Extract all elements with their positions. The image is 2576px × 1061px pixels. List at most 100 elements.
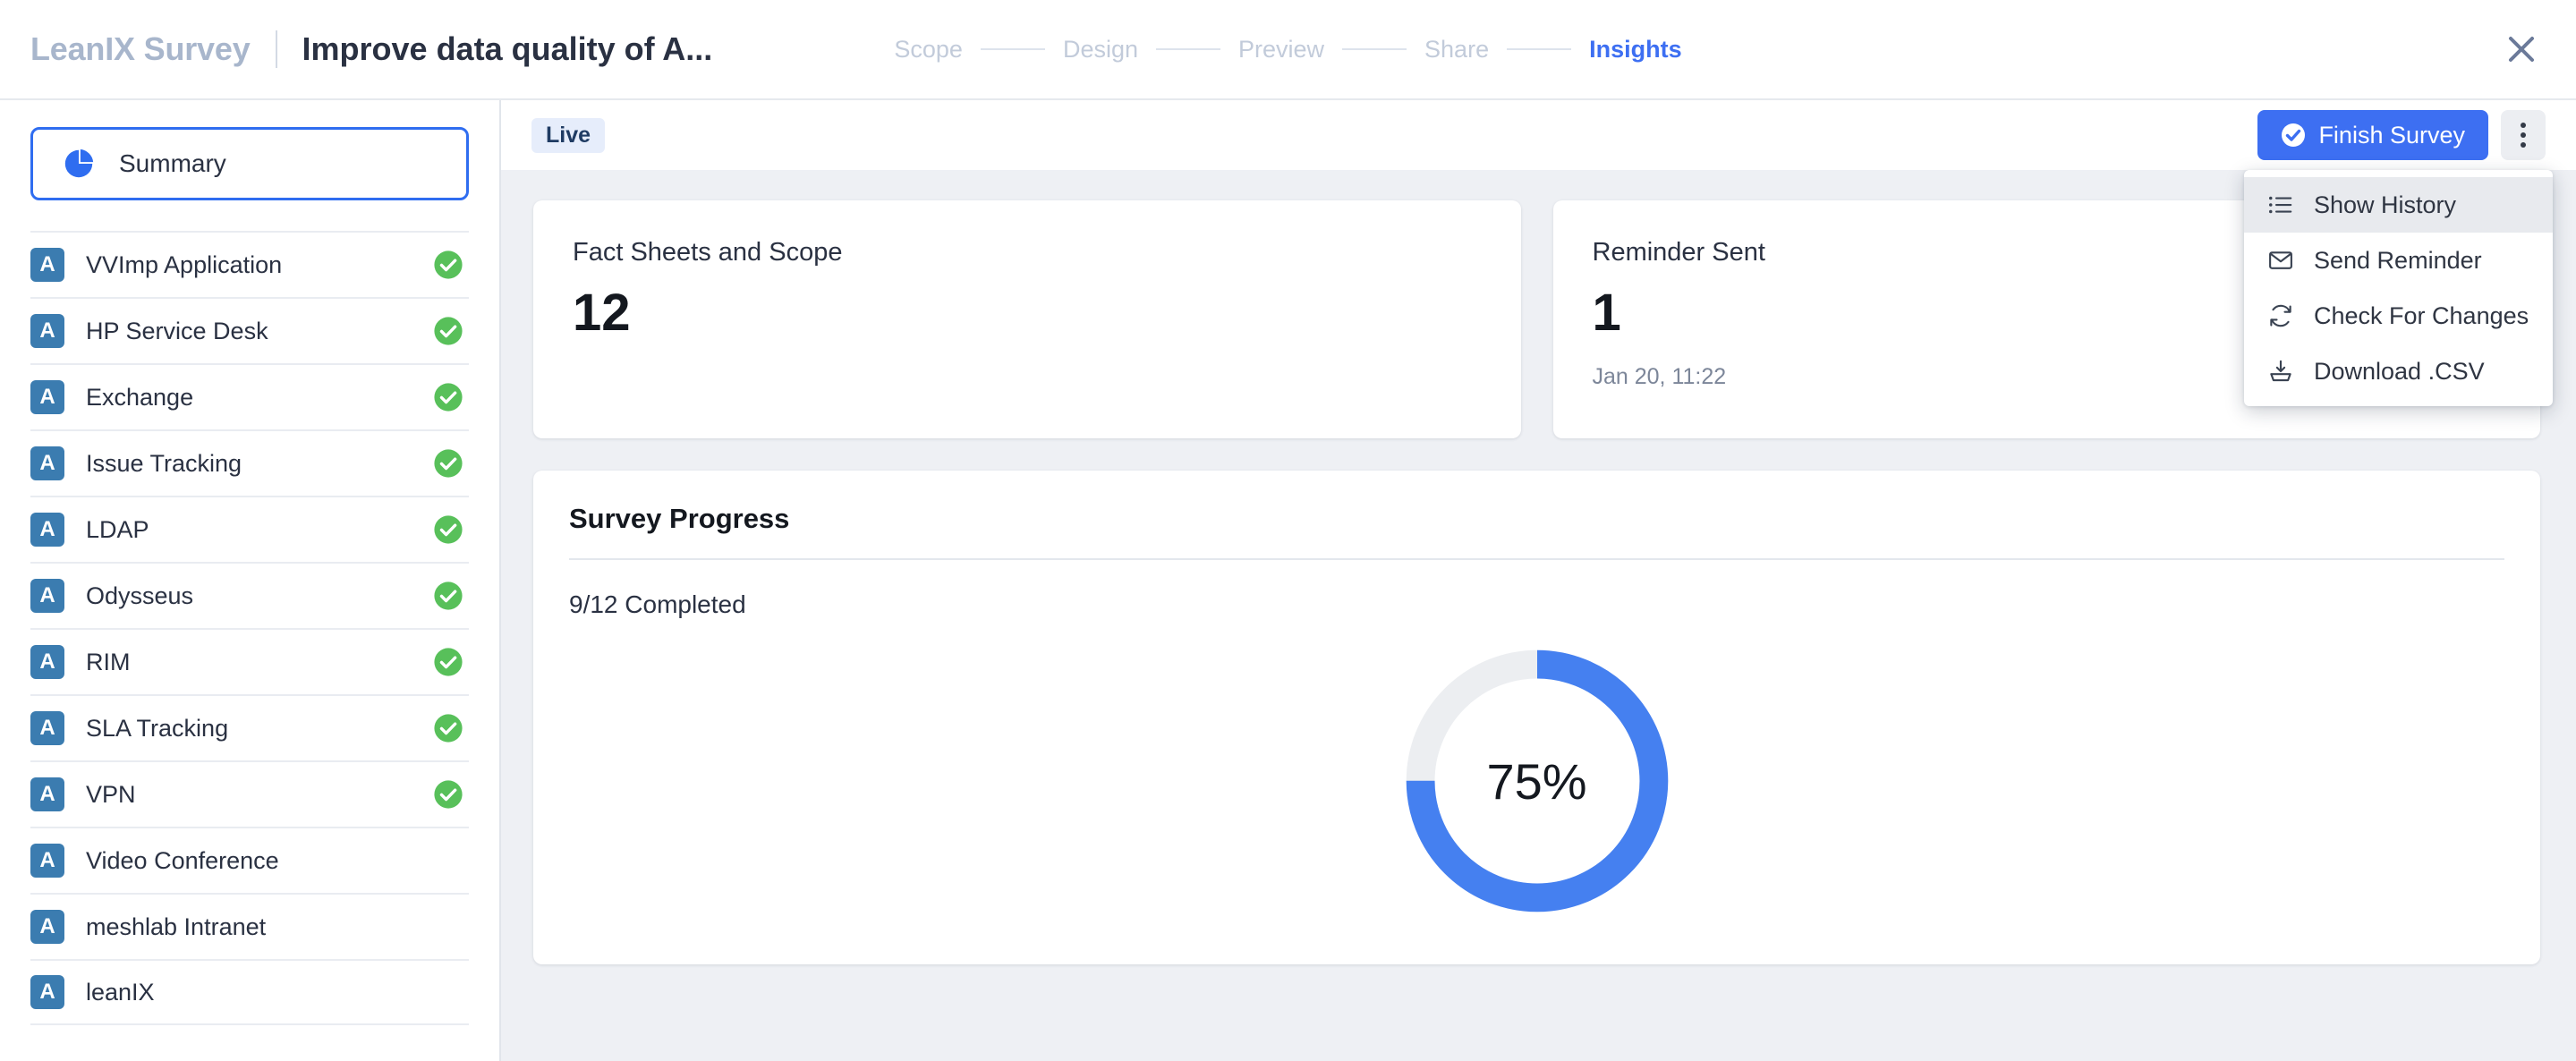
options-dropdown-menu[interactable]: Show History Send Reminder Check For Chang… — [2244, 170, 2553, 406]
main-toolbar: Live Finish Survey — [501, 100, 2576, 170]
stepper-connector — [1342, 48, 1407, 50]
envelope-icon — [2269, 251, 2292, 269]
stepper-step-share[interactable]: Share — [1424, 36, 1489, 64]
menu-item-label: Show History — [2314, 191, 2457, 218]
list-item[interactable]: A RIM — [30, 628, 469, 694]
page-title: Improve data quality of A... — [302, 30, 713, 67]
finish-survey-button[interactable]: Finish Survey — [2257, 110, 2488, 160]
list-item[interactable]: A Odysseus — [30, 562, 469, 628]
completed-status-icon — [433, 514, 463, 545]
list-item[interactable]: A VPN — [30, 760, 469, 827]
fact-sheet-type-badge: A — [30, 844, 64, 878]
close-button[interactable] — [2497, 25, 2546, 73]
check-circle-icon — [434, 449, 463, 478]
stepper-step-scope[interactable]: Scope — [894, 36, 963, 64]
menu-item-download-csv[interactable]: Download .CSV — [2244, 344, 2553, 399]
completed-status-icon — [433, 382, 463, 412]
download-icon — [2267, 358, 2294, 385]
fact-sheet-type-badge: A — [30, 314, 64, 348]
completed-status-icon — [433, 647, 463, 677]
fact-sheet-type-badge: A — [30, 446, 64, 480]
check-circle-icon — [434, 250, 463, 279]
survey-progress-title: Survey Progress — [569, 503, 790, 534]
envelope-icon — [2267, 247, 2294, 274]
status-badge: Live — [531, 117, 606, 153]
list-item[interactable]: A HP Service Desk — [30, 297, 469, 363]
list-item[interactable]: Ameshlab Intranet — [30, 893, 469, 959]
divider — [569, 558, 2504, 560]
more-vertical-icon — [2521, 123, 2526, 128]
list-item[interactable]: A LDAP — [30, 496, 469, 562]
list-item[interactable]: A SLA Tracking — [30, 694, 469, 760]
main-panel: Live Finish Survey Fact Sheets and Scope… — [501, 100, 2576, 1061]
menu-item-show-history[interactable]: Show History — [2244, 177, 2553, 233]
pie-chart-icon — [64, 149, 94, 178]
list-item[interactable]: A VVImp Application — [30, 231, 469, 297]
fact-sheet-type-badge: A — [30, 975, 64, 1009]
check-circle-icon — [434, 581, 463, 610]
list-item-label: Exchange — [86, 383, 194, 411]
check-circle-icon — [2282, 123, 2306, 147]
close-icon — [2509, 37, 2534, 62]
stepper-connector — [1156, 48, 1220, 50]
stepper-connector — [980, 48, 1045, 50]
menu-item-check-for-changes[interactable]: Check For Changes — [2244, 288, 2553, 344]
list-item[interactable]: A Video Conference — [30, 827, 469, 893]
list-item-label: meshlab Intranet — [86, 912, 267, 940]
refresh-icon — [2267, 302, 2294, 329]
menu-item-label: Send Reminder — [2314, 246, 2482, 274]
completed-status-icon — [433, 250, 463, 280]
list-item-label: leanIX — [86, 978, 155, 1006]
survey-insights-page: LeanIX Survey Improve data quality of A.… — [0, 0, 2576, 1061]
more-vertical-icon — [2521, 142, 2526, 148]
stepper-step-design[interactable]: Design — [1063, 36, 1138, 64]
fact-sheet-type-badge: A — [30, 513, 64, 547]
list-item-label: LDAP — [86, 515, 149, 543]
finish-survey-label: Finish Survey — [2318, 121, 2465, 149]
completed-status-icon — [433, 713, 463, 743]
stat-card-title: Fact Sheets and Scope — [573, 238, 843, 267]
menu-item-label: Check For Changes — [2314, 301, 2529, 329]
completed-status-icon — [433, 316, 463, 346]
menu-item-label: Download .CSV — [2314, 357, 2485, 385]
list-item[interactable]: A Exchange — [30, 363, 469, 429]
list-item-label: Video Conference — [86, 846, 279, 874]
completed-count-label: 9/12 Completed — [569, 590, 746, 618]
list-item-label: SLA Tracking — [86, 714, 229, 742]
donut-chart-container: 75% — [569, 639, 2504, 923]
sidebar-item-summary[interactable]: Summary — [30, 127, 469, 200]
stepper-step-insights[interactable]: Insights — [1589, 36, 1682, 64]
list-item[interactable]: A Issue Tracking — [30, 429, 469, 496]
check-circle-icon — [434, 714, 463, 743]
stepper-step-preview[interactable]: Preview — [1238, 36, 1324, 64]
fact-sheet-type-badge: A — [30, 645, 64, 679]
fact-sheet-list: A VVImp Application A HP Service Desk A Excha… — [30, 231, 469, 1025]
list-item-label: Odysseus — [86, 581, 194, 609]
fact-sheet-type-badge: A — [30, 910, 64, 944]
completed-status-icon — [433, 779, 463, 810]
fact-sheet-type-badge: A — [30, 579, 64, 613]
check-circle-icon — [434, 383, 463, 412]
list-item-label: HP Service Desk — [86, 317, 268, 344]
list-item-label: VVImp Application — [86, 250, 283, 278]
menu-item-send-reminder[interactable]: Send Reminder — [2244, 233, 2553, 288]
list-item[interactable]: AleanIX — [30, 959, 469, 1025]
brand-title: LeanIX Survey — [30, 30, 251, 67]
completed-status-icon — [433, 581, 463, 611]
progress-donut-chart: 75% — [1395, 639, 1679, 923]
list-icon — [2267, 191, 2294, 218]
stat-card: Fact Sheets and Scope 12 — [533, 200, 1521, 438]
more-options-button[interactable] — [2501, 110, 2546, 160]
refresh-icon — [2270, 304, 2291, 327]
more-vertical-icon — [2521, 132, 2526, 138]
list-item-label: VPN — [86, 780, 136, 808]
download-icon — [2270, 360, 2291, 382]
fact-sheet-type-badge: A — [30, 380, 64, 414]
toolbar-actions: Finish Survey — [2257, 110, 2546, 160]
sidebar-item-summary-label: Summary — [119, 149, 226, 177]
page-body: Summary A VVImp Application A HP Service De… — [0, 98, 2576, 1061]
check-circle-icon — [434, 648, 463, 676]
check-circle-icon — [434, 780, 463, 809]
fact-sheet-type-badge: A — [30, 777, 64, 811]
check-circle-icon — [434, 317, 463, 345]
